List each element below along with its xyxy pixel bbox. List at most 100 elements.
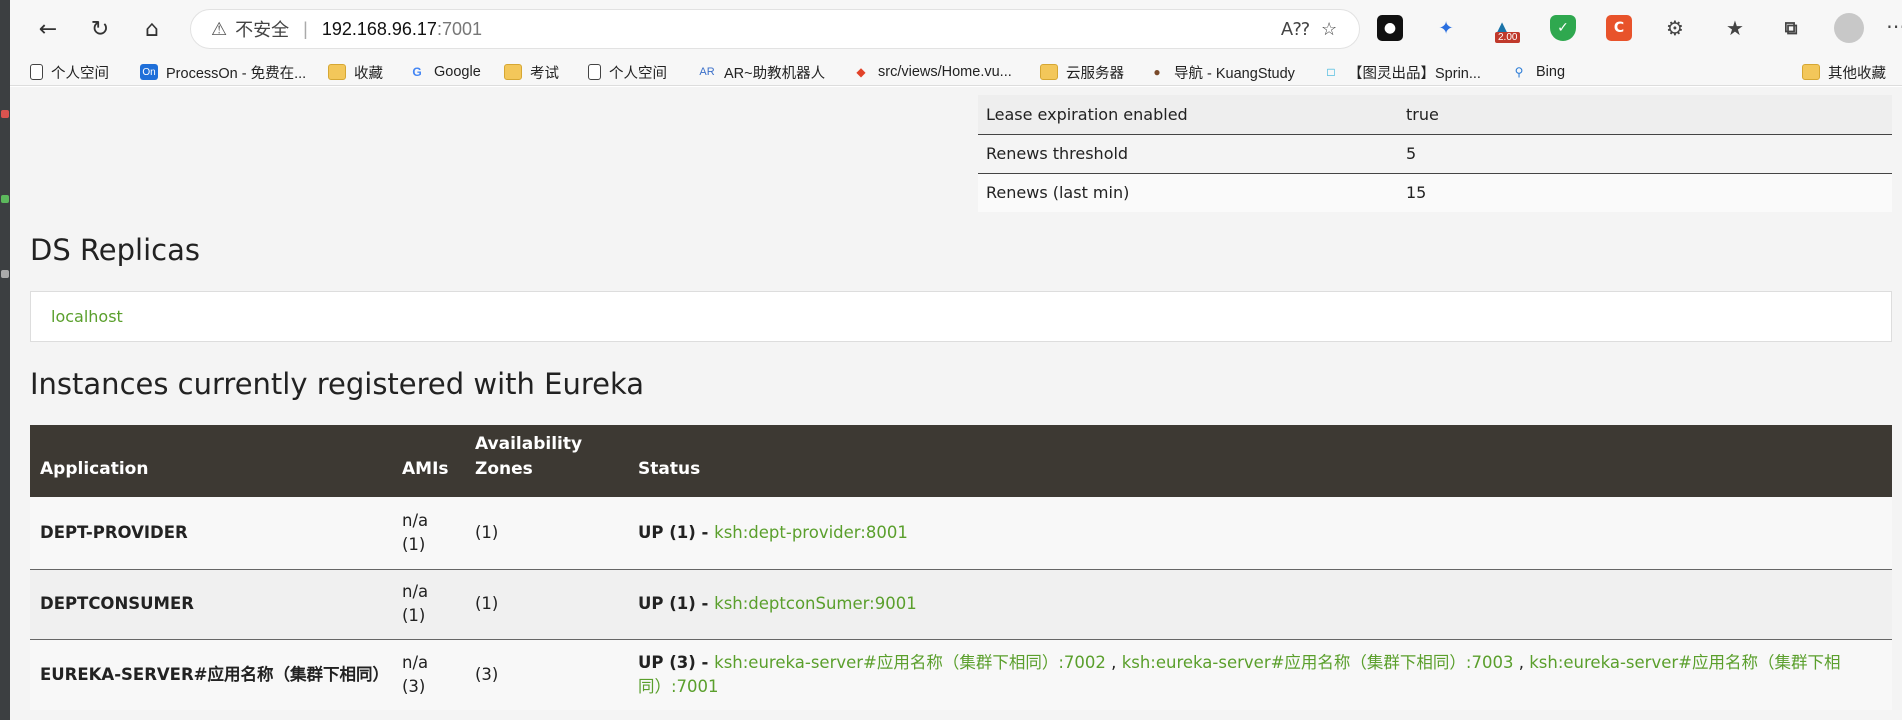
lease-key: Renews (last min) xyxy=(978,173,1398,212)
bookmark-item[interactable]: ◆ src/views/Home.vu... xyxy=(852,62,1012,82)
table-row: EUREKA-SERVER#应用名称（集群下相同） n/a (3) (3) UP … xyxy=(30,639,1892,710)
security-label[interactable]: 不安全 xyxy=(235,16,289,42)
zones-cell: (1) xyxy=(465,497,628,570)
ami-count: (1) xyxy=(402,534,426,554)
lease-value: 5 xyxy=(1398,134,1892,174)
app-name: EUREKA-SERVER#应用名称（集群下相同） xyxy=(30,639,392,710)
table-row: Renews (last min) 15 xyxy=(978,173,1892,212)
ami-cell: n/a (3) xyxy=(392,639,465,710)
url-port[interactable]: :7001 xyxy=(437,19,482,40)
url-host[interactable]: 192.168.96.17 xyxy=(322,19,437,40)
bookmark-item[interactable]: ⚲ Bing xyxy=(1510,62,1565,82)
replica-link[interactable]: localhost xyxy=(51,307,123,326)
warning-icon[interactable]: ⚠ xyxy=(211,19,227,40)
speed-badge: 2.00 xyxy=(1495,32,1521,43)
favorite-add-icon[interactable]: ☆ xyxy=(1321,19,1337,40)
bookmark-item[interactable]: 个人空间 xyxy=(30,62,109,82)
bookmark-label: src/views/Home.vu... xyxy=(878,64,1012,80)
plugin-icon[interactable] xyxy=(1,110,9,118)
app-name: DEPT-PROVIDER xyxy=(30,497,392,570)
instances-table: Application AMIs Availability Zones Statu… xyxy=(30,425,1892,710)
bookmark-item[interactable]: On ProcessOn - 免费在... xyxy=(140,62,306,82)
favorites-icon[interactable]: ★ xyxy=(1722,15,1748,41)
collections-icon[interactable]: ⧉ xyxy=(1778,15,1804,41)
lease-key: Lease expiration enabled xyxy=(978,95,1398,135)
address-bar[interactable]: ⚠ 不安全 | 192.168.96.17:7001 A⁇ ☆ xyxy=(190,9,1360,49)
profile-avatar[interactable] xyxy=(1834,13,1864,43)
avatar-icon: ● xyxy=(1153,65,1161,79)
page-content: Lease expiration enabled true Renews thr… xyxy=(10,87,1902,720)
doc-icon xyxy=(588,64,601,80)
bird-extension-icon[interactable]: ✦ xyxy=(1433,15,1459,41)
doc-icon xyxy=(30,64,43,80)
more-menu-icon[interactable]: ⋯ xyxy=(1886,14,1902,38)
bookmark-label: 考试 xyxy=(530,65,559,82)
instance-link[interactable]: ksh:eureka-server#应用名称（集群下相同）:7003 xyxy=(1122,653,1514,672)
home-icon[interactable]: ⌂ xyxy=(136,13,168,45)
bookmark-label: 个人空间 xyxy=(609,65,667,82)
bilibili-icon: □ xyxy=(1327,65,1335,79)
bookmark-label: 个人空间 xyxy=(51,65,109,82)
read-aloud-icon[interactable]: A⁇ xyxy=(1281,19,1310,40)
bookmark-label: 【图灵出品】Sprin... xyxy=(1348,65,1481,82)
gitlab-icon: ◆ xyxy=(856,65,866,79)
side-toolbar xyxy=(0,0,10,720)
table-row: DEPT-PROVIDER n/a (1) (1) UP (1) - ksh:de… xyxy=(30,497,1892,570)
bookmark-item[interactable]: ● 导航 - KuangStudy xyxy=(1148,62,1295,82)
folder-icon xyxy=(1040,64,1058,80)
col-status: Status xyxy=(628,425,1892,497)
folder-icon xyxy=(504,64,522,80)
bookmark-label: 云服务器 xyxy=(1066,65,1124,82)
bookmark-label: Bing xyxy=(1536,64,1566,80)
bookmark-label: 其他收藏 xyxy=(1828,65,1886,82)
bookmark-item[interactable]: AR AR~助教机器人 xyxy=(698,62,825,82)
back-icon[interactable]: ← xyxy=(32,13,64,45)
table-row: Lease expiration enabled true xyxy=(978,95,1892,135)
lease-value: 15 xyxy=(1398,173,1892,212)
bookmark-item[interactable]: G Google xyxy=(408,62,481,82)
status-cell: UP (3) - ksh:eureka-server#应用名称（集群下相同）:7… xyxy=(628,639,1892,710)
folder-icon xyxy=(1802,64,1820,80)
instance-link[interactable]: ksh:eureka-server#应用名称（集群下相同）:7002 xyxy=(714,653,1106,672)
c-extension-icon[interactable]: C xyxy=(1606,15,1632,41)
processon-icon: On xyxy=(140,64,158,80)
instance-link[interactable]: ksh:deptconSumer:9001 xyxy=(714,594,917,613)
instance-link[interactable]: ksh:dept-provider:8001 xyxy=(714,523,908,542)
ami-count: (3) xyxy=(402,676,426,696)
folder-icon xyxy=(328,64,346,80)
status-cell: UP (1) - ksh:dept-provider:8001 xyxy=(628,497,1892,570)
lease-key: Renews threshold xyxy=(978,134,1398,174)
app-name: DEPTCONSUMER xyxy=(30,569,392,640)
shield-icon[interactable]: ✓ xyxy=(1550,15,1576,41)
bookmark-label: 导航 - KuangStudy xyxy=(1174,65,1295,82)
url-separator: | xyxy=(303,18,308,39)
extensions-icon[interactable]: ⚙ xyxy=(1662,15,1688,41)
search-icon: ⚲ xyxy=(1514,65,1524,79)
col-amis: AMIs xyxy=(392,425,465,497)
lease-info-table: Lease expiration enabled true Renews thr… xyxy=(978,95,1892,212)
table-row: DEPTCONSUMER n/a (1) (1) UP (1) - ksh:dep… xyxy=(30,569,1892,640)
bookmark-label: Google xyxy=(434,64,481,80)
bookmark-item[interactable]: 收藏 xyxy=(328,62,383,82)
bookmark-item[interactable]: 个人空间 xyxy=(588,62,667,82)
bookmark-item[interactable]: 考试 xyxy=(504,62,559,82)
ami-value: n/a xyxy=(402,652,429,672)
status-prefix: UP (1) - xyxy=(638,594,715,613)
col-zones-line2: Zones xyxy=(475,459,533,479)
bookmark-item[interactable]: □ 【图灵出品】Sprin... xyxy=(1322,62,1481,82)
replicas-box: localhost xyxy=(30,291,1892,342)
bookmark-item[interactable]: 云服务器 xyxy=(1040,62,1124,82)
bookmark-label: AR~助教机器人 xyxy=(724,65,826,82)
plugin-icon[interactable] xyxy=(1,270,9,278)
table-header-row: Application AMIs Availability Zones Statu… xyxy=(30,425,1892,497)
reload-icon[interactable]: ↻ xyxy=(84,13,116,45)
col-application: Application xyxy=(30,425,392,497)
plugin-icon[interactable] xyxy=(1,195,9,203)
status-cell: UP (1) - ksh:deptconSumer:9001 xyxy=(628,569,1892,640)
bookmarks-bar: 个人空间 On ProcessOn - 免费在... 收藏 G Google 考试 … xyxy=(10,58,1902,86)
lease-value: true xyxy=(1398,95,1892,135)
bookmark-item[interactable]: 其他收藏 xyxy=(1802,62,1886,82)
link-separator: , xyxy=(1513,652,1530,672)
tampermonkey-icon[interactable]: ● xyxy=(1377,15,1403,41)
status-prefix: UP (1) - xyxy=(638,522,715,542)
